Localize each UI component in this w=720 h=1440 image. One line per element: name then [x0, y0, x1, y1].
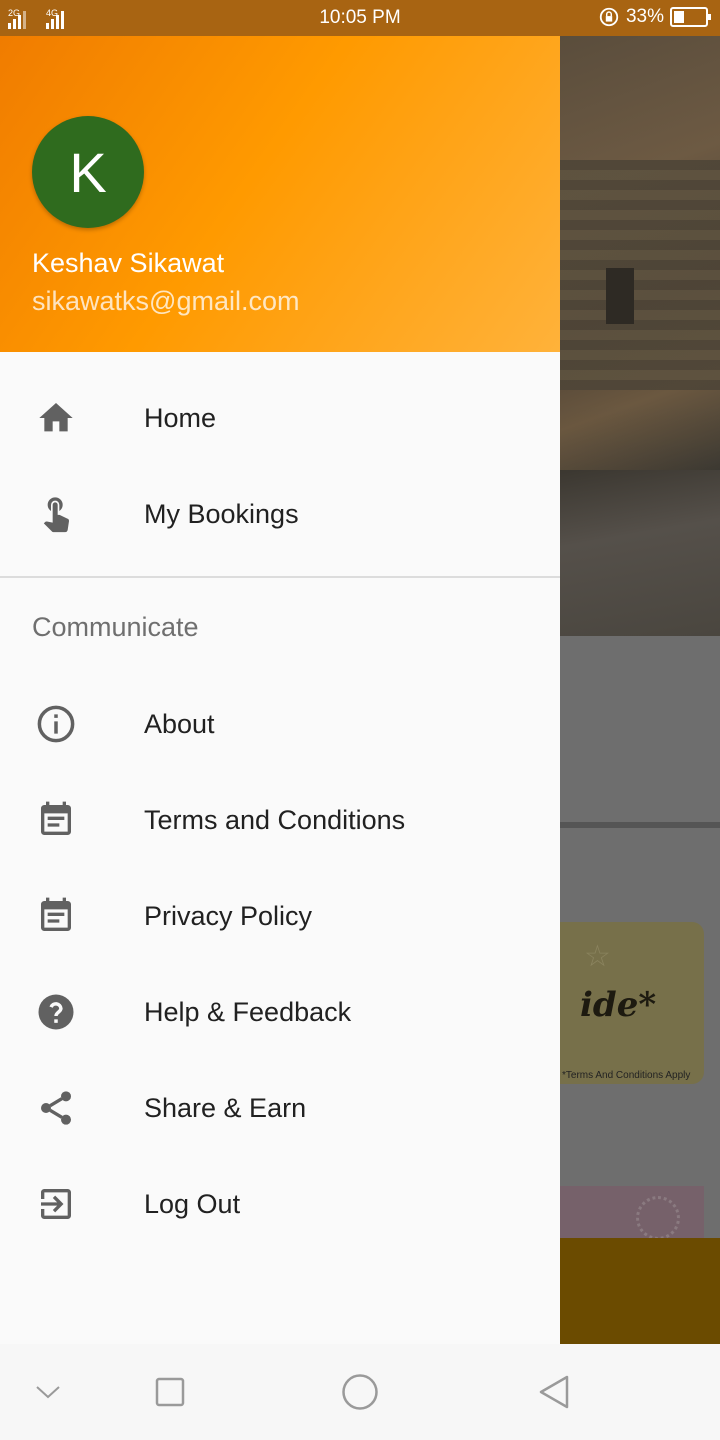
- menu-item-label: Help & Feedback: [144, 996, 352, 1027]
- recent-apps-button[interactable]: [150, 1372, 190, 1412]
- status-right: 33%: [598, 6, 711, 28]
- battery-icon: [670, 7, 711, 27]
- menu-item-label: Home: [144, 402, 217, 433]
- battery-percent: 33%: [625, 6, 664, 27]
- banner-photo-wall: [560, 160, 720, 390]
- menu-item-label: Share & Earn: [144, 1092, 307, 1123]
- chevron-down-icon[interactable]: [28, 1372, 68, 1412]
- menu-item-label: Terms and Conditions: [144, 804, 406, 835]
- rotation-lock-icon: [599, 7, 619, 27]
- promo-card-2: [560, 1186, 704, 1238]
- menu-item-label: Privacy Policy: [144, 900, 313, 931]
- logout-icon: [34, 1182, 78, 1226]
- help-icon: [34, 990, 78, 1034]
- content-panel: [560, 636, 720, 822]
- star-icon: ☆: [584, 940, 611, 973]
- user-email: sikawatks@gmail.com: [32, 286, 300, 316]
- home-icon: [34, 396, 78, 440]
- calendar-note-icon: [34, 894, 78, 938]
- home-button[interactable]: [340, 1372, 380, 1412]
- menu-divider: [0, 576, 560, 578]
- banner-photo-window: [606, 268, 634, 324]
- menu-item-label: Log Out: [144, 1188, 241, 1219]
- menu-item-label: About: [144, 708, 215, 739]
- navigation-drawer: K Keshav Sikawat sikawatks@gmail.com Hom…: [0, 36, 560, 1344]
- drawer-header: K Keshav Sikawat sikawatks@gmail.com: [0, 36, 560, 352]
- menu-item-home[interactable]: Home: [0, 370, 560, 466]
- menu-item-privacy-policy[interactable]: Privacy Policy: [0, 868, 560, 964]
- avatar[interactable]: K: [32, 116, 144, 228]
- banner-photo-road: [560, 470, 720, 636]
- calendar-note-icon: [34, 798, 78, 842]
- back-button[interactable]: [534, 1372, 574, 1412]
- menu-item-terms[interactable]: Terms and Conditions: [0, 772, 560, 868]
- user-name: Keshav Sikawat: [32, 248, 225, 278]
- menu-item-share-earn[interactable]: Share & Earn: [0, 1060, 560, 1156]
- promo-card-terms: *Terms And Conditions Apply: [562, 1070, 691, 1081]
- menu-item-about[interactable]: About: [0, 676, 560, 772]
- status-bar: 2G 4G 10:05 PM 33%: [0, 0, 720, 36]
- bottom-action-bar: [560, 1238, 720, 1344]
- menu-item-help-feedback[interactable]: Help & Feedback: [0, 964, 560, 1060]
- promo-card-title: ide*: [580, 985, 657, 1025]
- menu-item-log-out[interactable]: Log Out: [0, 1156, 560, 1252]
- battery-level: [674, 11, 684, 23]
- section-title: Communicate: [32, 612, 199, 642]
- system-nav-bar: [0, 1344, 720, 1440]
- info-icon: [34, 702, 78, 746]
- sun-icon: [636, 1196, 680, 1240]
- share-icon: [34, 1086, 78, 1130]
- menu-item-my-bookings[interactable]: My Bookings: [0, 466, 560, 562]
- menu-item-label: My Bookings: [144, 498, 299, 529]
- touch-icon: [34, 492, 78, 536]
